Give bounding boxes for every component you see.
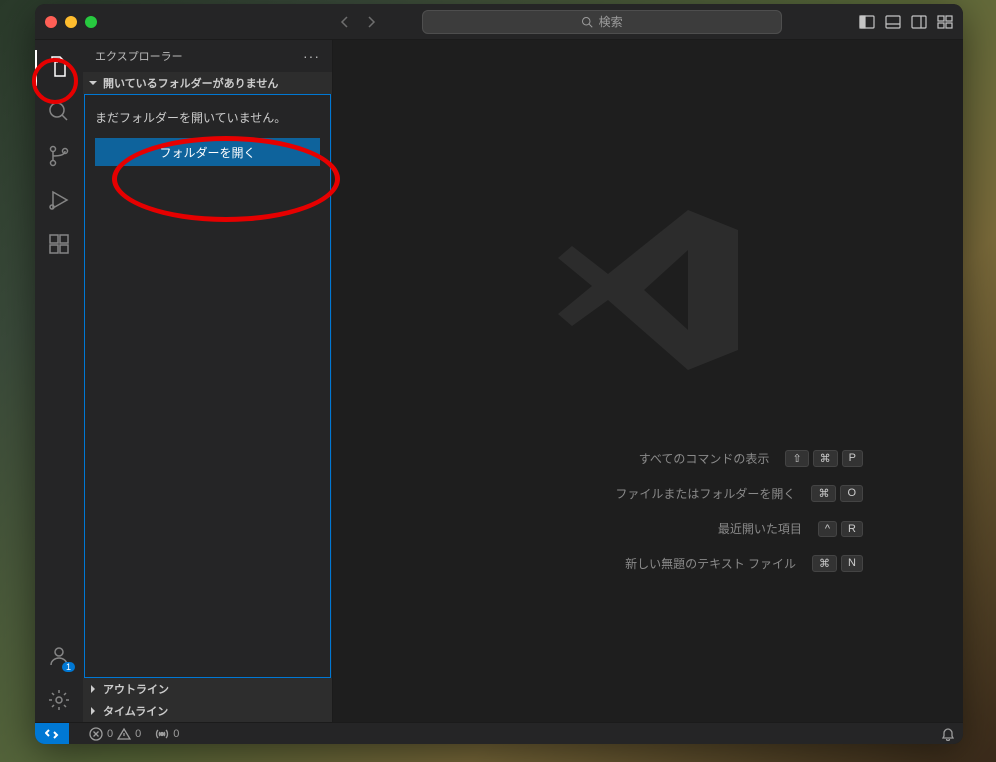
- section-timeline[interactable]: タイムライン: [83, 700, 332, 722]
- search-icon: [581, 16, 593, 28]
- open-folder-area: まだフォルダーを開いていません。 フォルダーを開く: [84, 94, 331, 678]
- key: ⌘: [811, 485, 836, 502]
- sidebar-header: エクスプローラー ···: [83, 40, 332, 72]
- hint-label: ファイルまたはフォルダーを開く: [615, 485, 795, 502]
- welcome-hint: すべてのコマンドの表示 ⇧ ⌘P: [639, 450, 863, 467]
- section-label: アウトライン: [103, 681, 169, 697]
- window-controls[interactable]: [45, 16, 97, 28]
- section-label: 開いているフォルダーがありません: [103, 75, 278, 91]
- git-branch-icon: [47, 144, 71, 168]
- chevron-right-icon: [87, 683, 99, 695]
- activity-bar: 1: [35, 40, 83, 722]
- search-placeholder: 検索: [599, 13, 623, 30]
- search-icon: [47, 100, 71, 124]
- accounts-badge: 1: [62, 662, 75, 672]
- chevron-right-icon: [87, 705, 99, 717]
- key: R: [841, 521, 863, 537]
- maximize-window-icon[interactable]: [85, 16, 97, 28]
- activity-settings[interactable]: [35, 678, 83, 722]
- key: N: [841, 555, 863, 572]
- activity-search[interactable]: [35, 90, 83, 134]
- nav-back-icon[interactable]: [337, 14, 353, 30]
- open-folder-button[interactable]: フォルダーを開く: [95, 138, 320, 166]
- error-icon: [89, 727, 103, 741]
- debug-icon: [47, 188, 71, 212]
- statusbar: 0 0 0: [35, 722, 963, 744]
- key: O: [840, 485, 863, 502]
- error-count: 0: [107, 728, 113, 740]
- welcome-hints: すべてのコマンドの表示⇧⌘Pファイルまたはフォルダーを開く⌘O最近開いた項目^R…: [615, 450, 943, 572]
- hint-keys: ^R: [818, 521, 863, 537]
- key: ⌘: [812, 555, 837, 572]
- key: ⇧: [785, 450, 808, 467]
- sidebar-explorer: エクスプローラー ··· 開いているフォルダーがありません まだフォルダーを開い…: [83, 40, 333, 722]
- section-label: タイムライン: [103, 703, 168, 719]
- welcome-hint: 最近開いた項目 ^R: [718, 520, 863, 537]
- vscode-logo-icon: [548, 190, 748, 390]
- key: ^: [818, 521, 837, 537]
- hint-label: 最近開いた項目: [718, 520, 802, 537]
- bell-icon: [941, 727, 955, 741]
- activity-explorer[interactable]: [35, 46, 83, 90]
- warning-icon: [117, 727, 131, 741]
- customize-layout-icon[interactable]: [937, 14, 953, 30]
- sidebar-more-icon[interactable]: ···: [303, 48, 320, 64]
- section-no-folder[interactable]: 開いているフォルダーがありません: [83, 72, 332, 94]
- key: ⌘: [813, 450, 838, 467]
- status-ports[interactable]: 0: [155, 727, 179, 741]
- hint-label: すべてのコマンドの表示: [639, 450, 770, 467]
- toggle-secondary-sidebar-icon[interactable]: [911, 14, 927, 30]
- no-folder-message: まだフォルダーを開いていません。: [95, 109, 320, 126]
- status-problems[interactable]: 0 0: [89, 727, 141, 741]
- status-notifications[interactable]: [941, 727, 955, 741]
- toggle-primary-sidebar-icon[interactable]: [859, 14, 875, 30]
- command-center-search[interactable]: 検索: [422, 10, 782, 34]
- titlebar: 検索: [35, 4, 963, 40]
- activity-extensions[interactable]: [35, 222, 83, 266]
- minimize-window-icon[interactable]: [65, 16, 77, 28]
- hint-label: 新しい無題のテキスト ファイル: [625, 555, 796, 572]
- gear-icon: [47, 688, 71, 712]
- key: P: [842, 450, 863, 467]
- activity-source-control[interactable]: [35, 134, 83, 178]
- hint-keys: ⇧ ⌘P: [785, 450, 863, 467]
- nav-forward-icon[interactable]: [363, 14, 379, 30]
- toggle-panel-icon[interactable]: [885, 14, 901, 30]
- activity-debug[interactable]: [35, 178, 83, 222]
- radio-tower-icon: [155, 727, 169, 741]
- hint-keys: ⌘N: [812, 555, 863, 572]
- close-window-icon[interactable]: [45, 16, 57, 28]
- ports-count: 0: [173, 728, 179, 740]
- files-icon: [47, 56, 71, 80]
- extensions-icon: [47, 232, 71, 256]
- warning-count: 0: [135, 728, 141, 740]
- layout-controls: [859, 14, 953, 30]
- chevron-down-icon: [87, 77, 99, 89]
- vscode-window: 検索: [35, 4, 963, 744]
- welcome-hint: ファイルまたはフォルダーを開く ⌘O: [615, 485, 863, 502]
- nav-arrows: [337, 14, 379, 30]
- welcome-hint: 新しい無題のテキスト ファイル ⌘N: [625, 555, 863, 572]
- sidebar-title: エクスプローラー: [95, 48, 183, 64]
- editor-welcome: すべてのコマンドの表示⇧⌘Pファイルまたはフォルダーを開く⌘O最近開いた項目^R…: [333, 40, 963, 722]
- hint-keys: ⌘O: [811, 485, 863, 502]
- section-outline[interactable]: アウトライン: [83, 678, 332, 700]
- remote-button[interactable]: [35, 723, 69, 745]
- activity-accounts[interactable]: 1: [35, 634, 83, 678]
- remote-icon: [45, 727, 59, 741]
